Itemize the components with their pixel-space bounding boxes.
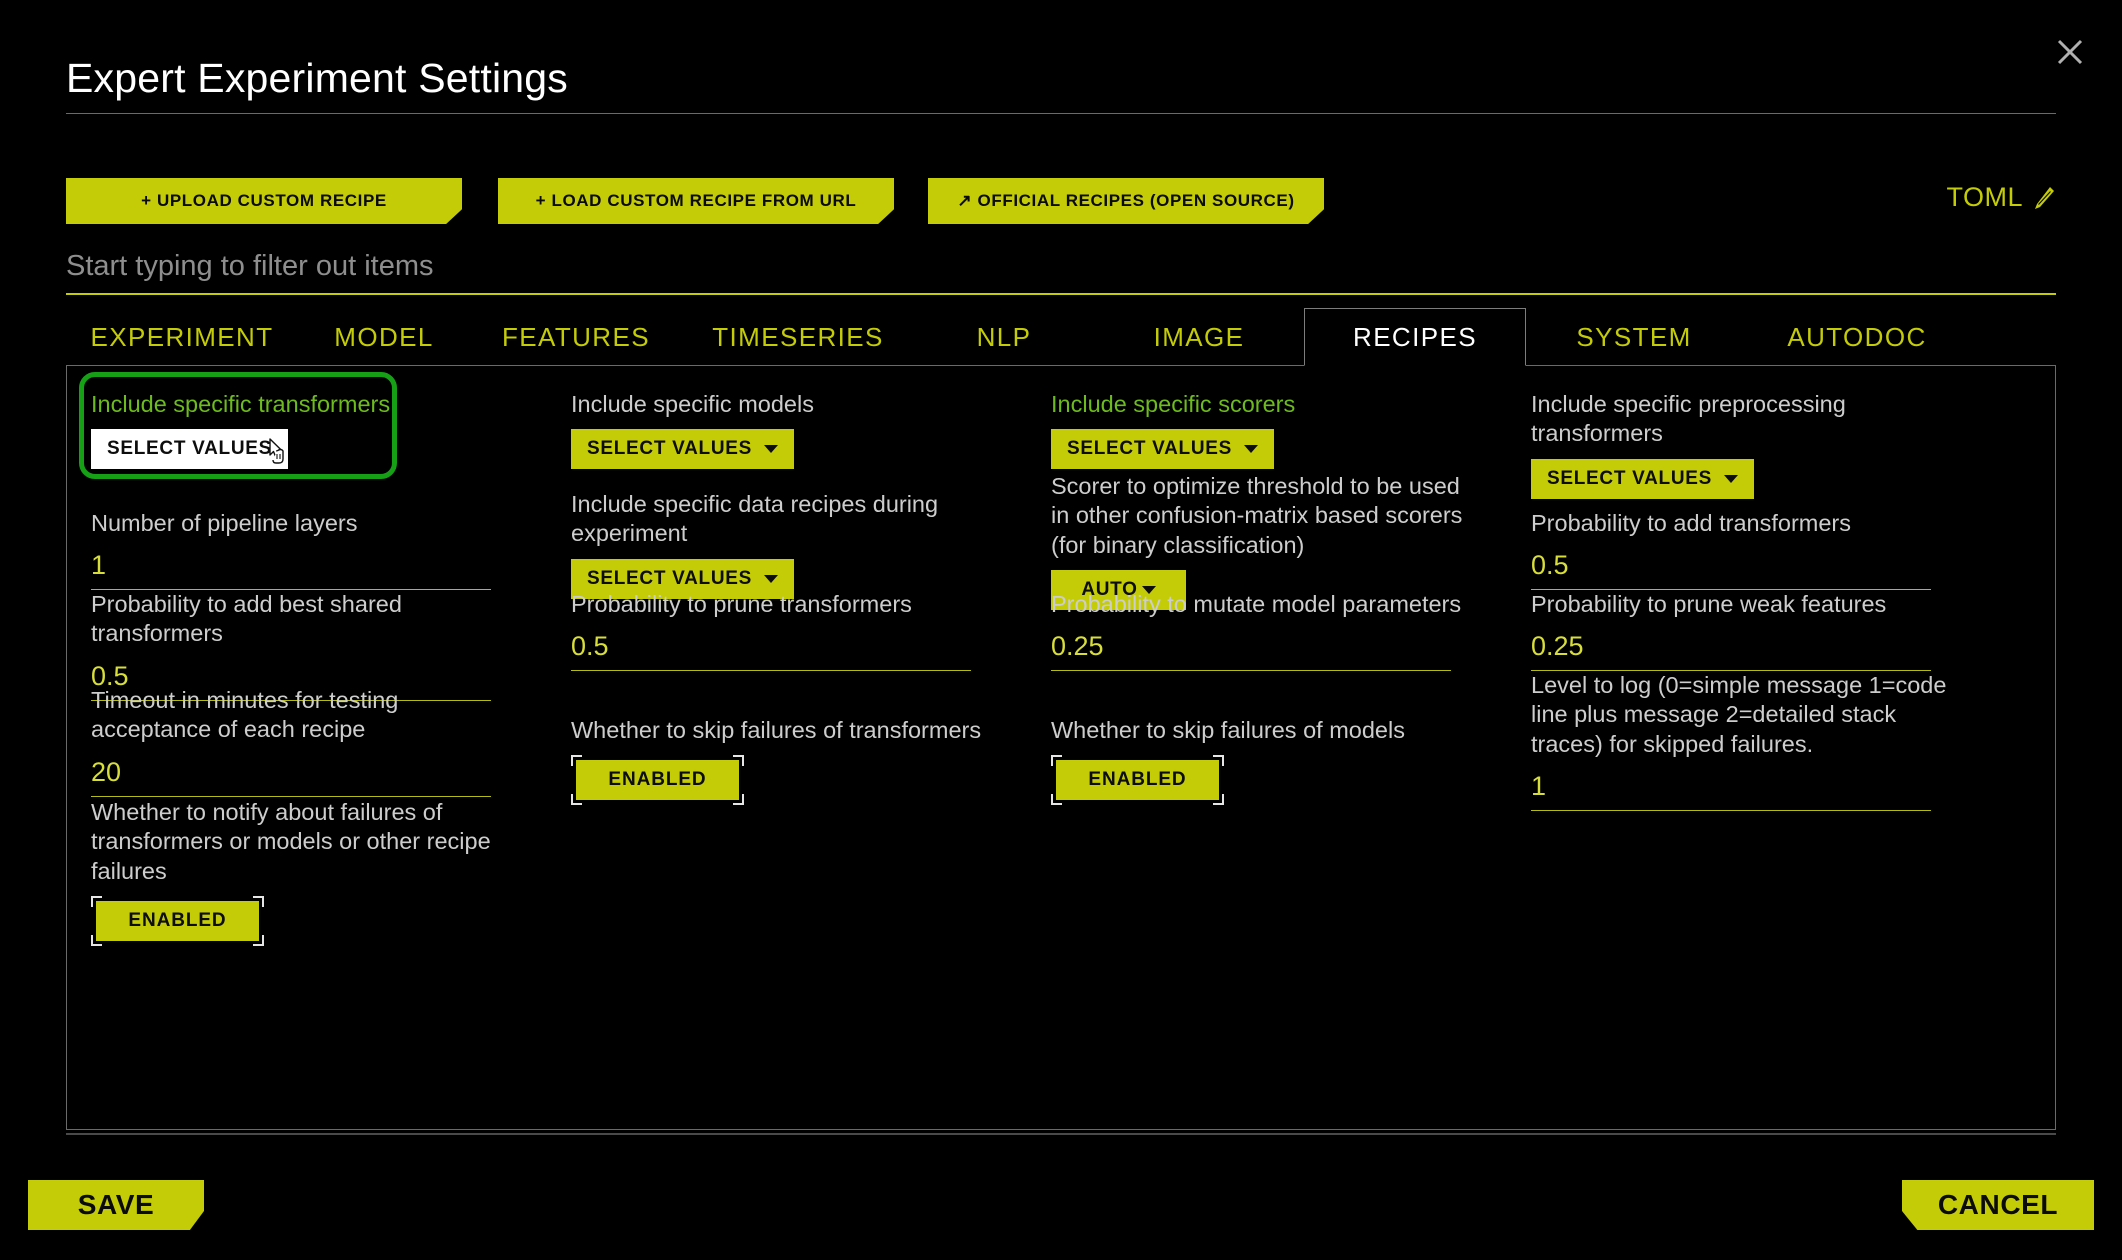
- include-specific-models-select[interactable]: SELECT VALUES: [571, 429, 794, 470]
- tab-timeseries[interactable]: TIMESERIES: [682, 308, 914, 366]
- filter-input[interactable]: [66, 250, 2056, 295]
- field-label: Probability to add best shared transform…: [91, 591, 402, 647]
- page-title: Expert Experiment Settings: [66, 55, 568, 101]
- chevron-down-icon: [1724, 474, 1738, 483]
- field-skip-failures-models: Whether to skip failures of models ENABL…: [1039, 716, 1519, 806]
- field-prob-add-best-shared-transformers: Probability to add best shared transform…: [79, 590, 559, 701]
- field-label: Whether to skip failures of transformers: [571, 717, 982, 743]
- field-notify-about-failures: Whether to notify about failures of tran…: [79, 798, 559, 947]
- prob-prune-transformers-input[interactable]: [571, 629, 971, 672]
- prob-prune-weak-features-input[interactable]: [1531, 629, 1931, 672]
- focus-corner-icon: [733, 794, 744, 806]
- notify-about-failures-toggle[interactable]: ENABLED: [96, 901, 259, 942]
- settings-tabbar: EXPERIMENT MODEL FEATURES TIMESERIES NLP…: [66, 308, 2056, 366]
- recipes-settings-panel: Include specific transformers SELECT VAL…: [66, 365, 2056, 1130]
- tab-model[interactable]: MODEL: [298, 308, 470, 366]
- field-label: Include specific scorers: [1051, 391, 1296, 417]
- field-include-specific-models: Include specific models SELECT VALUES: [559, 390, 1039, 470]
- field-label: Scorer to optimize threshold to be used …: [1051, 473, 1463, 558]
- close-icon: [2057, 39, 2083, 65]
- focus-corner-icon: [253, 896, 264, 908]
- skip-failures-transformers-toggle-wrapper: ENABLED: [571, 755, 744, 806]
- focus-corner-icon: [91, 935, 102, 947]
- field-include-specific-transformers: Include specific transformers SELECT VAL…: [79, 372, 559, 479]
- field-include-specific-data-recipes: Include specific data recipes during exp…: [559, 490, 1039, 599]
- tab-features[interactable]: FEATURES: [470, 308, 682, 366]
- field-label: Include specific models: [571, 391, 814, 417]
- include-specific-transformers-select[interactable]: SELECT VALUES: [91, 429, 288, 470]
- tab-nlp[interactable]: NLP: [914, 308, 1094, 366]
- toml-label: TOML: [1946, 182, 2023, 212]
- field-label: Probability to prune weak features: [1531, 591, 1887, 617]
- focus-corner-icon: [253, 935, 264, 947]
- field-prob-prune-weak-features: Probability to prune weak features: [1519, 590, 2019, 672]
- field-label: Probability to prune transformers: [571, 591, 912, 617]
- prob-mutate-model-parameters-input[interactable]: [1051, 629, 1451, 672]
- field-skip-failures-transformers: Whether to skip failures of transformers…: [559, 716, 1039, 806]
- include-specific-scorers-select[interactable]: SELECT VALUES: [1051, 429, 1274, 470]
- field-label: Whether to skip failures of models: [1051, 717, 1405, 743]
- focus-corner-icon: [1051, 794, 1062, 806]
- pencil-icon: [2035, 186, 2054, 209]
- field-label: Include specific data recipes during exp…: [571, 491, 939, 547]
- field-timeout-minutes-recipe: Timeout in minutes for testing acceptanc…: [79, 686, 559, 797]
- focus-corner-icon: [1213, 755, 1224, 767]
- notify-about-failures-toggle-wrapper: ENABLED: [91, 896, 264, 947]
- field-label: Include specific transformers: [91, 391, 391, 417]
- tab-experiment[interactable]: EXPERIMENT: [66, 308, 298, 366]
- field-label: Whether to notify about failures of tran…: [91, 799, 491, 884]
- field-prob-add-transformers: Probability to add transformers: [1519, 509, 2019, 591]
- recipe-actions-toolbar: + UPLOAD CUSTOM RECIPE + LOAD CUSTOM REC…: [66, 178, 2056, 224]
- cancel-button[interactable]: CANCEL: [1902, 1180, 2094, 1230]
- header-divider: [66, 113, 2056, 115]
- select-label: SELECT VALUES: [587, 567, 752, 589]
- chevron-down-icon: [1244, 445, 1258, 454]
- timeout-minutes-recipe-input[interactable]: [91, 754, 491, 797]
- number-of-pipeline-layers-input[interactable]: [91, 548, 491, 591]
- focus-corner-icon: [733, 755, 744, 767]
- skip-failures-models-toggle-wrapper: ENABLED: [1051, 755, 1224, 806]
- tab-system[interactable]: SYSTEM: [1526, 308, 1742, 366]
- select-label: SELECT VALUES: [107, 438, 272, 460]
- chevron-down-icon: [764, 574, 778, 583]
- prob-add-transformers-input[interactable]: [1531, 548, 1931, 591]
- focus-corner-icon: [91, 896, 102, 908]
- field-label: Number of pipeline layers: [91, 510, 358, 536]
- field-include-specific-preprocessing: Include specific preprocessing transform…: [1519, 390, 2019, 499]
- dialog-header: Expert Experiment Settings: [66, 55, 2056, 115]
- field-label: Include specific preprocessing transform…: [1531, 391, 1846, 447]
- focus-corner-icon: [571, 755, 582, 767]
- select-label: SELECT VALUES: [587, 438, 752, 460]
- tab-autodoc[interactable]: AUTODOC: [1742, 308, 1972, 366]
- field-label: Probability to add transformers: [1531, 510, 1852, 536]
- focus-corner-icon: [1213, 794, 1224, 806]
- tab-image[interactable]: IMAGE: [1094, 308, 1304, 366]
- upload-custom-recipe-button[interactable]: + UPLOAD CUSTOM RECIPE: [66, 178, 462, 224]
- load-custom-recipe-from-url-button[interactable]: + LOAD CUSTOM RECIPE FROM URL: [498, 178, 894, 224]
- skip-failures-transformers-toggle[interactable]: ENABLED: [576, 760, 739, 801]
- settings-grid: Include specific transformers SELECT VAL…: [67, 366, 2055, 1129]
- focus-corner-icon: [571, 794, 582, 806]
- skip-failures-models-toggle[interactable]: ENABLED: [1056, 760, 1219, 801]
- focus-corner-icon: [1051, 755, 1062, 767]
- field-level-to-log: Level to log (0=simple message 1=code li…: [1519, 671, 2019, 812]
- toml-edit-link[interactable]: TOML: [1946, 182, 2056, 213]
- tab-recipes[interactable]: RECIPES: [1304, 308, 1526, 366]
- official-recipes-button[interactable]: ↗ OFFICIAL RECIPES (OPEN SOURCE): [928, 178, 1324, 224]
- chevron-down-icon: [764, 445, 778, 454]
- include-specific-preprocessing-select[interactable]: SELECT VALUES: [1531, 458, 1754, 499]
- field-prob-prune-transformers: Probability to prune transformers: [559, 590, 1039, 672]
- field-include-specific-scorers: Include specific scorers SELECT VALUES: [1039, 390, 1519, 470]
- panel-bottom-divider: [66, 1133, 2056, 1135]
- field-label: Timeout in minutes for testing acceptanc…: [91, 687, 399, 743]
- field-label: Level to log (0=simple message 1=code li…: [1531, 672, 1947, 757]
- save-button[interactable]: SAVE: [28, 1180, 204, 1230]
- field-number-of-pipeline-layers: Number of pipeline layers: [79, 509, 559, 591]
- filter-field-wrapper: [66, 250, 2056, 295]
- level-to-log-input[interactable]: [1531, 769, 1931, 812]
- select-label: SELECT VALUES: [1067, 438, 1232, 460]
- field-prob-mutate-model-parameters: Probability to mutate model parameters: [1039, 590, 1519, 672]
- select-label: SELECT VALUES: [1547, 467, 1712, 489]
- field-label: Probability to mutate model parameters: [1051, 591, 1462, 617]
